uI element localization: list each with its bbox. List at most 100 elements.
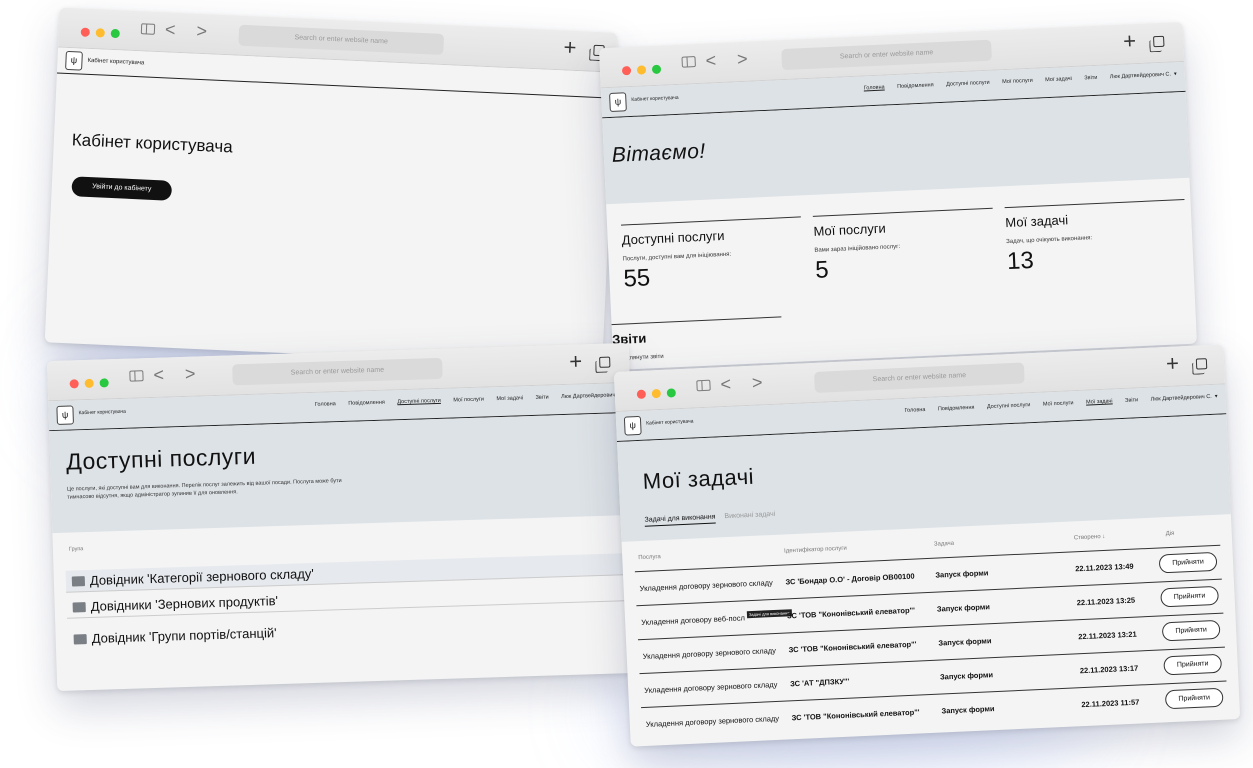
user-menu[interactable]: Люк Дартвейдерович С.	[561, 392, 622, 400]
cell-task: Запуск форми	[941, 704, 995, 716]
window-controls	[636, 384, 682, 404]
tabs-overview-icon[interactable]	[599, 356, 611, 368]
accept-button[interactable]: Прийняти	[1163, 653, 1223, 676]
back-forward-arrows-icon[interactable]: < >	[705, 48, 756, 71]
user-menu[interactable]: Люк Дартвейдерович С.	[1151, 394, 1212, 403]
nav-item-notifications[interactable]: Повідомлення	[348, 400, 385, 407]
column-header-service-id: Ідентифікатор послуги	[783, 545, 848, 555]
nav-item-notifications[interactable]: Повідомлення	[938, 405, 975, 413]
nav-item-available-services[interactable]: Доступні послуги	[946, 80, 990, 88]
user-menu[interactable]: Люк Дартвейдерович С.	[1110, 71, 1171, 80]
greeting-title: Вітаємо!	[611, 139, 707, 167]
tabs-overview-icon[interactable]	[1195, 358, 1208, 370]
address-bar[interactable]: Search or enter website name	[238, 24, 445, 55]
new-tab-icon[interactable]: +	[569, 348, 583, 374]
service-item[interactable]: Довідник 'Групи портів/станцій'	[67, 611, 625, 651]
login-button[interactable]: Увійти до кабінету	[71, 176, 173, 201]
nav-item-notifications[interactable]: Повідомлення	[897, 82, 934, 90]
window-controls	[80, 23, 126, 43]
minimize-window-button[interactable]	[84, 378, 94, 389]
back-forward-arrows-icon[interactable]: < >	[153, 363, 204, 386]
nav-item-home[interactable]: Головна	[315, 401, 336, 408]
back-forward-arrows-icon[interactable]: < >	[720, 372, 771, 395]
top-navigation: Головна Повідомлення Доступні послуги Мо…	[893, 394, 1217, 415]
window-controls	[621, 60, 668, 80]
nav-item-my-services[interactable]: Мої послуги	[453, 397, 484, 404]
stat-card-reports[interactable]: Звіти Переглянути звіти	[611, 316, 784, 363]
tab-tasks-to-do[interactable]: Задачі для виконання	[644, 513, 716, 527]
new-tab-icon[interactable]: +	[1165, 350, 1179, 377]
cell-service: Укладення договору зернового складу	[644, 679, 778, 695]
cell-service-id: ЗС 'ТОВ "Кононівський елеватор"'	[791, 707, 920, 723]
top-navigation: Головна Повідомлення Доступні послуги Мо…	[853, 71, 1177, 92]
sidebar-icon[interactable]	[696, 379, 711, 392]
accept-button[interactable]: Прийняти	[1164, 687, 1224, 710]
chevron-down-icon[interactable]: ▾	[1215, 394, 1218, 400]
nav-item-reports[interactable]: Звіти	[1125, 397, 1138, 404]
sidebar-icon[interactable]	[681, 56, 696, 68]
accept-button[interactable]: Прийняти	[1158, 551, 1218, 574]
close-window-button[interactable]	[80, 27, 90, 37]
browser-window-landing: < > Search or enter website name + ψ Каб…	[44, 7, 618, 368]
stat-card-my-services[interactable]: Мої послуги Вами зараз ініційовано послу…	[812, 207, 996, 285]
stat-card-my-tasks[interactable]: Мої задачі Задач, що очікують виконання:…	[1004, 199, 1188, 277]
address-bar[interactable]: Search or enter website name	[781, 39, 992, 71]
cell-created: 22.11.2023 13:49	[1075, 561, 1134, 574]
address-bar[interactable]: Search or enter website name	[814, 362, 1025, 393]
site-logo-text: Кабінет користувача	[631, 94, 679, 103]
maximize-window-button[interactable]	[99, 378, 109, 388]
address-bar[interactable]: Search or enter website name	[232, 357, 443, 386]
minimize-window-button[interactable]	[651, 388, 662, 399]
close-window-button[interactable]	[621, 65, 632, 76]
trident-icon[interactable]: ψ	[56, 405, 74, 425]
nav-item-home[interactable]: Головна	[904, 407, 925, 414]
chevron-down-icon[interactable]: ▾	[1174, 71, 1177, 77]
maximize-window-button[interactable]	[651, 64, 662, 75]
page-title: Доступні послуги	[65, 442, 257, 475]
service-item-label: Довідник 'Категорії зернового складу'	[89, 565, 315, 588]
cell-task: Запуск форми	[935, 568, 989, 580]
browser-window-tasks: < > Search or enter website name + ψ Каб…	[613, 344, 1241, 747]
stat-card-title: Звіти	[611, 330, 647, 348]
nav-item-my-tasks[interactable]: Мої задачі	[496, 395, 523, 402]
stat-card-title: Мої послуги	[813, 220, 887, 239]
nav-item-my-tasks[interactable]: Мої задачі	[1045, 76, 1072, 83]
back-forward-arrows-icon[interactable]: < >	[165, 19, 216, 42]
cell-service: Укладення договору зернового складу	[645, 713, 780, 729]
nav-item-available-services[interactable]: Доступні послуги	[987, 402, 1031, 410]
nav-item-my-tasks[interactable]: Мої задачі	[1086, 398, 1113, 405]
folder-icon	[71, 576, 86, 587]
tabs-overview-icon[interactable]	[1153, 35, 1165, 48]
nav-item-available-services[interactable]: Доступні послуги	[397, 398, 441, 405]
nav-item-reports[interactable]: Звіти	[1084, 75, 1097, 82]
trident-icon[interactable]: ψ	[65, 50, 83, 71]
accept-button[interactable]: Прийняти	[1161, 619, 1221, 642]
new-tab-icon[interactable]: +	[1123, 28, 1137, 55]
maximize-window-button[interactable]	[110, 28, 120, 39]
sidebar-icon[interactable]	[140, 23, 156, 35]
cell-service-id: ЗС 'ТОВ "Кононівський елеватор"'	[788, 639, 917, 655]
maximize-window-button[interactable]	[666, 388, 677, 398]
nav-item-my-services[interactable]: Мої послуги	[1043, 400, 1074, 407]
sidebar-icon[interactable]	[129, 370, 144, 382]
close-window-button[interactable]	[636, 389, 647, 400]
service-item-label: Довідники 'Зернових продуктів'	[90, 593, 279, 614]
stat-card-available-services[interactable]: Доступні послуги Послуги, доступні вам д…	[621, 216, 804, 294]
tab-completed-tasks[interactable]: Виконані задачі	[724, 511, 775, 520]
window-controls	[69, 374, 115, 393]
trident-icon[interactable]: ψ	[623, 415, 642, 436]
nav-item-reports[interactable]: Звіти	[535, 394, 548, 400]
nav-item-my-services[interactable]: Мої послуги	[1002, 78, 1033, 85]
tooltip: Задачі для виконання	[746, 609, 792, 619]
trident-icon[interactable]: ψ	[609, 92, 627, 112]
new-tab-icon[interactable]: +	[563, 34, 577, 61]
close-window-button[interactable]	[69, 379, 79, 389]
minimize-window-button[interactable]	[95, 28, 105, 38]
page-title: Мої задачі	[642, 463, 755, 494]
minimize-window-button[interactable]	[636, 65, 647, 75]
column-header-created[interactable]: Створено ↓	[1074, 534, 1106, 541]
accept-button[interactable]: Прийняти	[1160, 585, 1219, 608]
nav-item-home[interactable]: Головна	[864, 84, 885, 91]
column-header-action: Дія	[1165, 530, 1175, 538]
top-navigation: Головна Повідомлення Доступні послуги Мо…	[304, 392, 623, 408]
